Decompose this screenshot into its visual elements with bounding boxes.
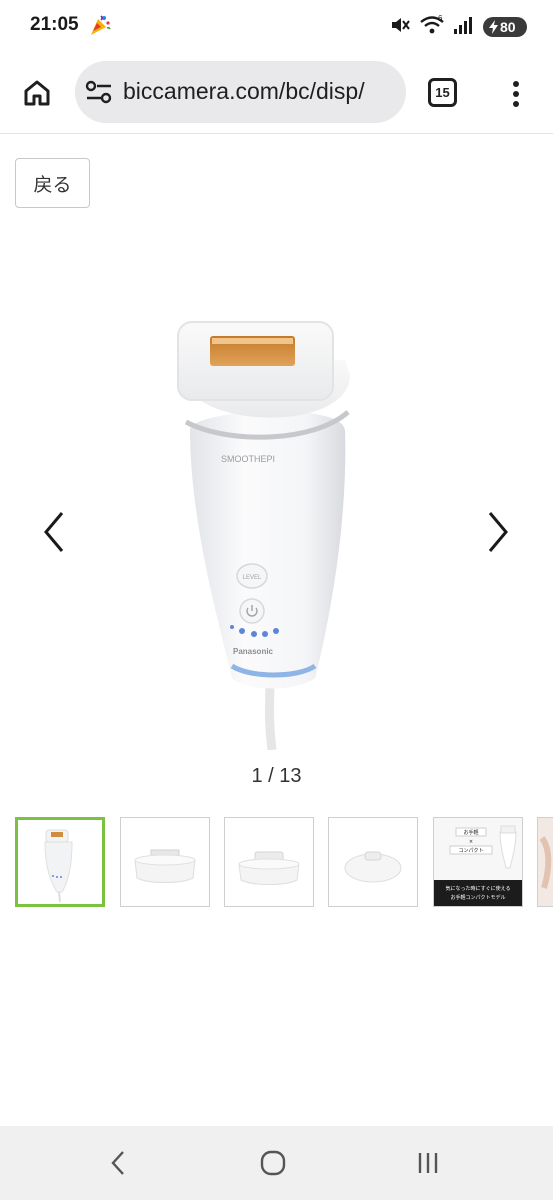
home-circle-icon (260, 1150, 286, 1176)
thumbnail-3[interactable] (224, 817, 314, 907)
thumbnail-2[interactable] (120, 817, 210, 907)
status-icons: 6 80 (389, 14, 527, 40)
browser-toolbar: biccamera.com/bc/disp/ 15 (0, 54, 553, 134)
back-button[interactable]: 戻る (15, 158, 90, 208)
next-image-button[interactable] (482, 507, 514, 557)
thumbnail-6[interactable] (537, 817, 553, 907)
thumbnail-4[interactable] (328, 817, 418, 907)
more-menu-button[interactable] (498, 74, 534, 114)
menu-dot-icon (513, 91, 519, 97)
thumbnail-1[interactable] (15, 817, 105, 907)
status-time: 21:05 (30, 14, 79, 35)
site-settings-icon[interactable] (85, 80, 113, 104)
menu-dot-icon (513, 101, 519, 107)
nav-home-button[interactable] (253, 1146, 293, 1180)
thumbnail-strip: お手軽 × コンパクト 気になった時にすぐに使える お手軽コンパクトモデル (15, 817, 553, 909)
chevron-left-icon (111, 1151, 124, 1175)
wifi-icon: 6 (419, 14, 445, 40)
menu-dot-icon (513, 81, 519, 87)
address-bar[interactable]: biccamera.com/bc/disp/ (75, 61, 406, 123)
recents-icon (418, 1153, 438, 1173)
thumb5-line2: × (469, 839, 473, 845)
product-image[interactable]: SMOOTHEPI LEVEL Panasonic (120, 300, 430, 751)
home-button[interactable] (18, 74, 56, 112)
tab-switcher-button[interactable]: 15 (428, 78, 457, 107)
status-bar: 21:05 6 80 (0, 0, 553, 54)
nav-recents-button[interactable] (408, 1146, 448, 1180)
thumb5-caption2: お手軽コンパクトモデル (450, 894, 505, 901)
battery-level: 80 (500, 19, 516, 35)
previous-image-button[interactable] (38, 507, 70, 557)
home-icon (24, 80, 50, 106)
mute-icon (389, 14, 411, 40)
product-level-label: LEVEL (243, 575, 262, 581)
chevron-right-icon (488, 512, 508, 552)
nav-back-button[interactable] (98, 1146, 138, 1180)
thumb5-line1: お手軽 (463, 829, 478, 836)
thumbnail-5[interactable]: お手軽 × コンパクト 気になった時にすぐに使える お手軽コンパクトモデル (433, 817, 523, 907)
product-brand-top: SMOOTHEPI (221, 454, 275, 464)
url-text: biccamera.com/bc/disp/ (123, 78, 365, 104)
battery-icon: 80 (483, 17, 527, 37)
image-pager: 1 / 13 (251, 765, 302, 787)
chevron-left-icon (44, 512, 64, 552)
svg-text:6: 6 (438, 14, 443, 23)
system-navigation-bar (0, 1126, 553, 1200)
signal-icon (453, 15, 475, 39)
thumb5-line3: コンパクト (458, 848, 483, 854)
thumb5-caption1: 気になった時にすぐに使える (446, 885, 511, 892)
party-popper-icon (88, 13, 112, 37)
product-brand-bottom: Panasonic (233, 647, 274, 656)
